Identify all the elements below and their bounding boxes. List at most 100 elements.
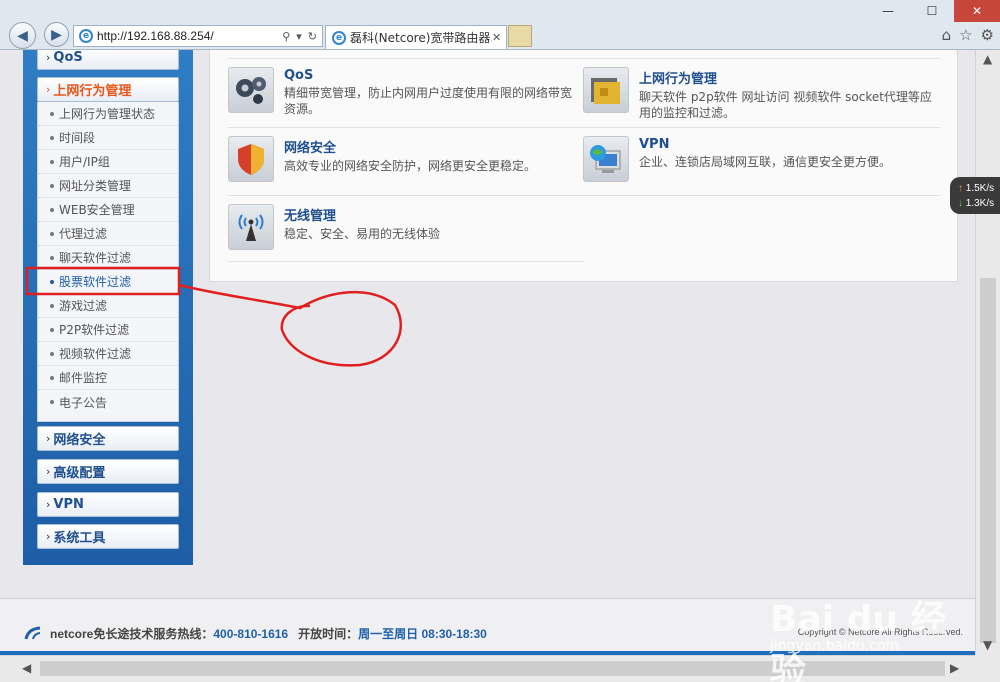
address-bar[interactable]: e http://192.168.88.254/ ⚲ ▾ ↻ [73,25,323,47]
new-tab-button[interactable] [508,25,532,47]
scroll-corner [975,655,1000,682]
sidebar: › QoS › 上网行为管理 上网行为管理状态 时间段 用户/IP组 网址分类管… [23,50,193,565]
globe-computer-icon [583,136,629,182]
maximize-button[interactable]: ☐ [910,0,954,22]
submenu-item-chat-filter[interactable]: 聊天软件过滤 [38,246,178,270]
close-tab-icon[interactable]: ✕ [492,31,506,44]
feature-description: 聊天软件 p2p软件 网址访问 视频软件 socket代理等应用的监控和过滤。 [639,90,932,120]
refresh-icon[interactable]: ↻ [308,30,317,43]
submenu-item-user-ip-group[interactable]: 用户/IP组 [38,150,178,174]
submenu-label: 股票软件过滤 [59,275,132,289]
bullet-icon [50,183,54,188]
feature-description: 稳定、安全、易用的无线体验 [284,227,441,241]
submenu-label: 时间段 [59,131,96,145]
menu-label: 上网行为管理 [53,84,132,99]
feature-title[interactable]: QoS [284,68,583,83]
home-icon[interactable]: ⌂ [942,26,952,44]
menu-behavior-management[interactable]: › 上网行为管理 [37,77,179,102]
submenu-item-timeslot[interactable]: 时间段 [38,126,178,150]
feature-title[interactable]: 上网行为管理 [639,68,938,87]
submenu-item-status[interactable]: 上网行为管理状态 [38,102,178,126]
download-speed: 1.3K/s [965,198,995,209]
gears-icon [228,67,274,113]
menu-network-security[interactable]: › 网络安全 [37,426,179,451]
chevron-right-icon: › [46,432,51,445]
menu-label: VPN [53,497,84,512]
feature-wireless[interactable]: 无线管理 稳定、安全、易用的无线体验 [228,204,583,264]
menu-qos[interactable]: › QoS [37,50,179,70]
menu-label: 系统工具 [53,531,106,546]
feature-panel: QoS 精细带宽管理，防止内网用户过度使用有限的网络带宽资源。 上网行为管理 聊… [209,50,958,282]
menu-system-tools[interactable]: › 系统工具 [37,524,179,549]
submenu-label: WEB安全管理 [59,203,135,217]
upload-arrow-icon: ↑ [958,183,963,194]
menu-advanced-config[interactable]: › 高级配置 [37,459,179,484]
upload-speed: 1.5K/s [965,183,995,194]
feature-title[interactable]: 网络安全 [284,137,536,156]
feature-network-security[interactable]: 网络安全 高效专业的网络安全防护，网络更安全更稳定。 [228,136,583,196]
ie-icon: e [79,29,93,43]
submenu-label: 游戏过滤 [59,299,108,313]
submenu-item-stock-filter[interactable]: 股票软件过滤 [38,270,178,294]
bullet-icon [50,159,54,164]
bullet-icon [50,400,54,404]
search-icon[interactable]: ⚲ [282,30,290,43]
feature-title[interactable]: 无线管理 [284,205,440,224]
browser-tab[interactable]: e 磊科(Netcore)宽带路由器... ✕ [325,25,507,49]
submenu-label: 视频软件过滤 [59,347,132,361]
router-page: › QoS › 上网行为管理 上网行为管理状态 时间段 用户/IP组 网址分类管… [0,50,975,655]
scroll-left-icon[interactable]: ◀ [22,661,31,675]
brand-name: netcore [50,627,94,641]
hotline-label: 免长途技术服务热线： [93,627,214,641]
menu-vpn[interactable]: › VPN [37,492,179,517]
bullet-icon [50,111,54,116]
bullet-icon [50,327,54,332]
feature-description: 高效专业的网络安全防护，网络更安全更稳定。 [284,159,537,173]
baidu-watermark: Bai du 经验 jingyan.baidu.com [770,575,970,682]
chevron-right-icon: › [46,51,51,64]
vertical-scroll-thumb[interactable] [980,278,996,643]
bullet-icon [50,303,54,308]
submenu-item-p2p-filter[interactable]: P2P软件过滤 [38,318,178,342]
feature-behavior-management[interactable]: 上网行为管理 聊天软件 p2p软件 网址访问 视频软件 socket代理等应用的… [583,67,938,127]
submenu-item-proxy-filter[interactable]: 代理过滤 [38,222,178,246]
submenu-item-bulletin[interactable]: 电子公告 [38,390,178,414]
feature-description: 精细带宽管理，防止内网用户过度使用有限的网络带宽资源。 [284,86,573,116]
chevron-right-icon: › [46,465,51,478]
folder-icon [583,67,629,113]
watermark-brand: Bai du 经验 [770,599,947,682]
feature-vpn[interactable]: VPN 企业、连锁店局域网互联，通信更安全更方便。 [583,136,938,196]
browser-chrome: — ☐ ✕ ◀ ▶ e http://192.168.88.254/ ⚲ ▾ ↻… [0,0,1000,50]
back-button[interactable]: ◀ [9,22,36,49]
watermark-site: jingyan.baidu.com [770,638,900,654]
bullet-icon [50,279,54,284]
menu-label: 网络安全 [53,433,106,448]
submenu-label: 邮件监控 [59,371,108,385]
scroll-up-icon[interactable]: ▲ [983,52,992,66]
submenu-item-web-security[interactable]: WEB安全管理 [38,198,178,222]
submenu-item-video-filter[interactable]: 视频软件过滤 [38,342,178,366]
feature-qos[interactable]: QoS 精细带宽管理，防止内网用户过度使用有限的网络带宽资源。 [228,67,583,127]
menu-label: QoS [53,50,83,65]
submenu-item-mail-monitor[interactable]: 邮件监控 [38,366,178,390]
forward-button[interactable]: ▶ [44,22,69,47]
shield-icon [228,136,274,182]
url-text[interactable]: http://192.168.88.254/ [97,29,282,43]
network-speed-widget[interactable]: ↑ 1.5K/s ↓ 1.3K/s [950,177,1000,214]
close-button[interactable]: ✕ [954,0,1000,22]
back-arrow-icon: ◀ [17,27,28,44]
netcore-logo-icon [24,626,41,640]
settings-gear-icon[interactable]: ⚙ [981,26,994,44]
minimize-button[interactable]: — [866,0,910,22]
hours-value: 周一至周日 08:30-18:30 [358,627,487,641]
submenu-item-url-category[interactable]: 网址分类管理 [38,174,178,198]
submenu-item-game-filter[interactable]: 游戏过滤 [38,294,178,318]
download-arrow-icon: ↓ [958,198,963,209]
bullet-icon [50,231,54,236]
scroll-down-icon[interactable]: ▼ [983,638,992,652]
feature-title[interactable]: VPN [639,137,891,152]
vertical-scrollbar[interactable]: ▲ ▼ [975,50,1000,655]
favorites-star-icon[interactable]: ☆ [959,26,972,44]
dropdown-icon[interactable]: ▾ [296,30,302,43]
bullet-icon [50,375,54,380]
